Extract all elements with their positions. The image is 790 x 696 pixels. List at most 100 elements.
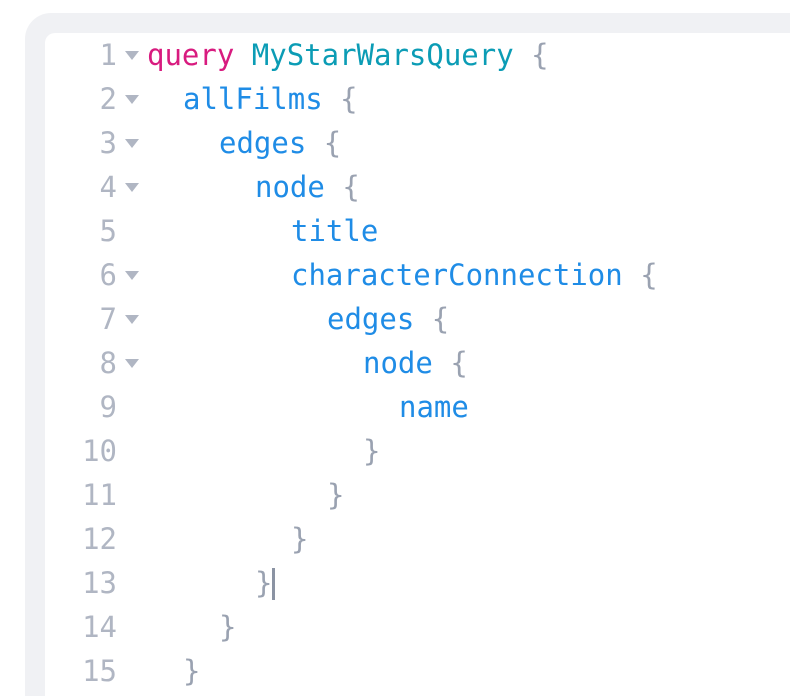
token-punct: { (340, 82, 358, 116)
token-punct: { (431, 302, 450, 336)
editor-surface[interactable]: 1 query MyStarWarsQuery {2 allFilms {3 edge… (45, 33, 790, 696)
code-line-text[interactable]: edges { (147, 121, 341, 165)
line-number: 6 (99, 258, 117, 292)
code-line[interactable]: 13} (45, 561, 790, 605)
fold-triangle-icon[interactable] (125, 271, 139, 280)
line-gutter: 15 (45, 649, 147, 693)
line-gutter: 11 (45, 473, 147, 517)
line-number: 12 (82, 522, 117, 556)
line-gutter: 14 (45, 605, 147, 649)
token-field: edges (327, 302, 415, 336)
token-punct: { (531, 38, 549, 72)
line-gutter: 6 (45, 253, 147, 297)
code-line-text[interactable]: characterConnection { (147, 253, 658, 297)
line-gutter: 1 (45, 33, 147, 77)
code-line-text[interactable]: } (147, 605, 236, 649)
code-line[interactable]: 7 edges { (45, 297, 790, 341)
code-line-text[interactable]: } (147, 429, 380, 473)
line-number: 4 (99, 170, 117, 204)
token-field: node (363, 346, 433, 380)
editor-frame: 1 query MyStarWarsQuery {2 allFilms {3 edge… (25, 13, 790, 696)
line-gutter: 12 (45, 517, 147, 561)
code-line[interactable]: 15} (45, 649, 790, 693)
line-gutter: 9 (45, 385, 147, 429)
line-number: 14 (82, 610, 117, 644)
line-gutter: 2 (45, 77, 147, 121)
token-field: allFilms (183, 82, 323, 116)
code-line[interactable]: 5 title (45, 209, 790, 253)
code-line[interactable]: 9 name (45, 385, 790, 429)
code-line[interactable]: 11} (45, 473, 790, 517)
line-gutter: 4 (45, 165, 147, 209)
line-gutter: 8 (45, 341, 147, 385)
code-line-text[interactable]: } (147, 649, 200, 693)
line-gutter: 5 (45, 209, 147, 253)
token-punct: } (363, 434, 381, 468)
fold-triangle-icon[interactable] (125, 315, 139, 324)
code-line-text[interactable]: edges { (147, 297, 449, 341)
code-line-text[interactable]: node { (147, 165, 360, 209)
code-line[interactable]: 8 node { (45, 341, 790, 385)
code-line[interactable]: 6 characterConnection { (45, 253, 790, 297)
code-line[interactable]: 3 edges { (45, 121, 790, 165)
code-line-text[interactable]: } (147, 561, 276, 605)
token-punct: { (342, 170, 360, 204)
token-punct: { (640, 258, 658, 292)
token-field: characterConnection (291, 258, 623, 292)
line-number: 5 (99, 214, 117, 248)
line-gutter: 3 (45, 121, 147, 165)
line-number: 11 (82, 478, 117, 512)
line-gutter: 7 (45, 297, 147, 341)
token-punct: } (219, 610, 237, 644)
fold-triangle-icon[interactable] (125, 359, 139, 368)
line-number: 10 (82, 434, 117, 468)
graphql-query-editor[interactable]: 1 query MyStarWarsQuery {2 allFilms {3 edge… (45, 33, 790, 696)
line-number: 8 (99, 346, 117, 380)
code-line-text[interactable]: query MyStarWarsQuery { (147, 33, 549, 77)
code-line-text[interactable]: allFilms { (147, 77, 358, 121)
code-line[interactable]: 4 node { (45, 165, 790, 209)
code-line-text[interactable]: title (147, 209, 378, 253)
token-field: node (255, 170, 325, 204)
code-line[interactable]: 12} (45, 517, 790, 561)
code-line-text[interactable]: } (147, 517, 308, 561)
token-field: edges (219, 126, 307, 160)
code-line-text[interactable]: name (147, 385, 469, 429)
code-line[interactable]: 10} (45, 429, 790, 473)
code-line-text[interactable]: node { (147, 341, 468, 385)
fold-triangle-icon[interactable] (125, 95, 139, 104)
token-punct: } (255, 566, 273, 600)
line-number: 3 (99, 126, 117, 160)
line-number: 9 (99, 390, 117, 424)
line-gutter: 13 (45, 561, 147, 605)
line-number: 1 (99, 38, 117, 72)
token-punct: { (323, 126, 342, 160)
line-number: 15 (82, 654, 117, 688)
line-number: 2 (99, 82, 117, 116)
text-caret (272, 568, 276, 600)
screenshot-root: 1 query MyStarWarsQuery {2 allFilms {3 edge… (0, 0, 790, 696)
fold-triangle-icon[interactable] (125, 139, 139, 148)
token-keyword: query (147, 38, 235, 72)
fold-triangle-icon[interactable] (125, 51, 139, 60)
line-number: 7 (99, 302, 117, 336)
fold-triangle-icon[interactable] (125, 183, 139, 192)
code-line-text[interactable]: } (147, 473, 344, 517)
token-punct: } (291, 522, 309, 556)
token-opname: MyStarWarsQuery (251, 38, 514, 72)
code-line[interactable]: 2 allFilms { (45, 77, 790, 121)
code-line[interactable]: 14} (45, 605, 790, 649)
token-punct: } (327, 478, 345, 512)
token-field: name (399, 390, 469, 424)
line-number: 13 (82, 566, 117, 600)
code-line[interactable]: 1 query MyStarWarsQuery { (45, 33, 790, 77)
token-punct: { (450, 346, 468, 380)
token-field: title (291, 214, 379, 248)
